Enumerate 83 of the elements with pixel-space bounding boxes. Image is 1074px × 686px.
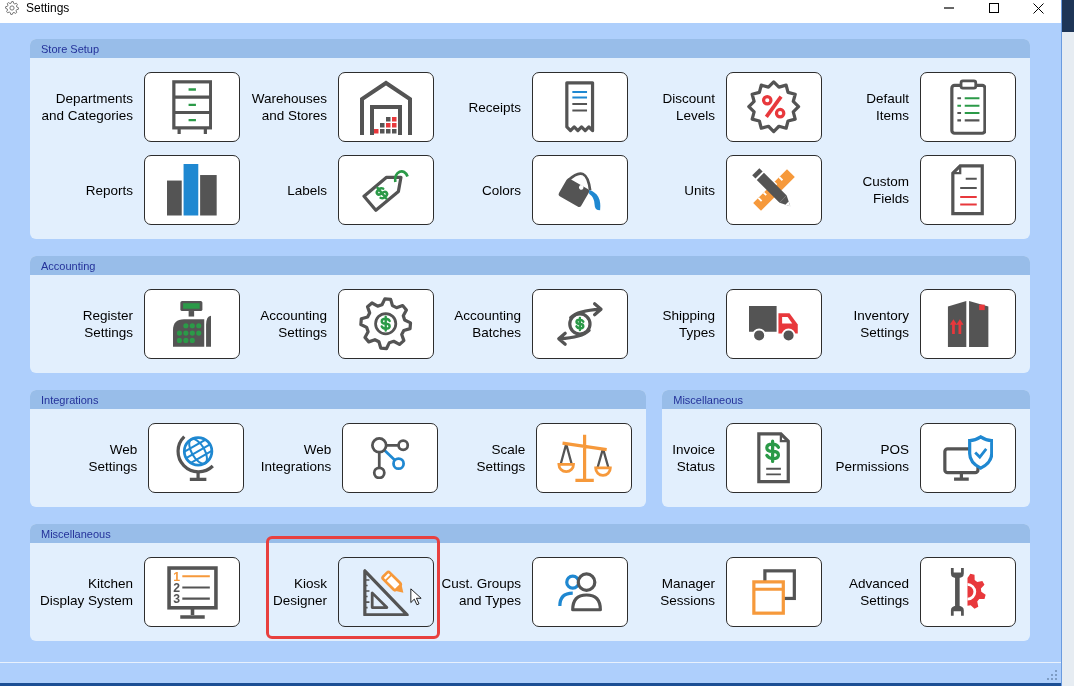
tile-label: Kiosk Designer bbox=[273, 575, 328, 609]
set-square-pencil-icon bbox=[362, 567, 410, 617]
tile-label: Shipping Types bbox=[662, 307, 715, 341]
tile-label: Units bbox=[684, 181, 715, 199]
tile-label: Accounting Batches bbox=[454, 307, 521, 341]
tile-label: Advanced Settings bbox=[849, 575, 910, 609]
tile-button[interactable] bbox=[342, 423, 439, 493]
tile-label: Default Items bbox=[866, 90, 909, 124]
tile-button[interactable] bbox=[338, 155, 434, 225]
cabinet-icon bbox=[171, 79, 213, 135]
tile-button[interactable] bbox=[338, 289, 434, 359]
tile-button[interactable] bbox=[726, 155, 822, 225]
panel-title: Miscellaneous bbox=[41, 526, 111, 541]
users-icon bbox=[557, 571, 603, 613]
tile-label: Discount Levels bbox=[662, 90, 715, 124]
truck-icon bbox=[749, 305, 799, 343]
tile-label: Reports bbox=[85, 181, 133, 199]
panel-title: Store Setup bbox=[41, 41, 100, 56]
tile-button[interactable] bbox=[144, 72, 240, 142]
tile-label: Manager Sessions bbox=[660, 575, 716, 609]
panel-title: Miscellaneous bbox=[673, 392, 743, 407]
resize-grip-icon[interactable] bbox=[1047, 670, 1057, 680]
window-title: Settings bbox=[26, 1, 70, 15]
tile-button[interactable] bbox=[144, 155, 240, 225]
dollar-exchange-icon bbox=[556, 301, 604, 347]
close-icon bbox=[1033, 2, 1044, 14]
receipt-icon bbox=[565, 81, 595, 133]
tile-label: Register Settings bbox=[82, 307, 133, 341]
tile-label: Web Integrations bbox=[260, 441, 332, 475]
tile-label: Departments and Categories bbox=[41, 90, 133, 124]
tile-button[interactable] bbox=[532, 289, 628, 359]
tile-label: Web Settings bbox=[88, 441, 138, 475]
invoice-icon bbox=[757, 432, 791, 484]
windows-icon bbox=[751, 569, 797, 615]
wrench-gear-icon bbox=[949, 567, 987, 617]
tile-button[interactable]: 1 2 3 bbox=[144, 557, 241, 627]
tile-button[interactable] bbox=[726, 72, 822, 142]
tile-label: Labels bbox=[287, 181, 327, 199]
tile-label: Accounting Settings bbox=[260, 307, 327, 341]
tile-label: Cust. Groups and Types bbox=[441, 575, 522, 609]
tile-button[interactable] bbox=[338, 72, 434, 142]
maximize-icon bbox=[988, 3, 999, 13]
panel-title: Accounting bbox=[41, 258, 96, 273]
tile-button[interactable] bbox=[726, 557, 823, 627]
tile-button[interactable] bbox=[532, 557, 629, 627]
tile-button[interactable] bbox=[532, 72, 628, 142]
tile-button[interactable] bbox=[532, 155, 628, 225]
document-icon bbox=[951, 164, 985, 216]
tile-label: POS Permissions bbox=[835, 441, 909, 475]
tile-button[interactable] bbox=[920, 423, 1016, 493]
tile-button[interactable] bbox=[726, 423, 822, 493]
price-tag-icon bbox=[361, 167, 411, 213]
percent-badge-icon bbox=[747, 80, 801, 134]
tile-button[interactable] bbox=[920, 289, 1016, 359]
gear-icon bbox=[5, 1, 19, 15]
box-icon bbox=[946, 300, 990, 348]
tile-button[interactable] bbox=[920, 155, 1016, 225]
network-nodes-icon bbox=[370, 436, 410, 480]
tile-button[interactable] bbox=[726, 289, 822, 359]
clipboard-icon bbox=[949, 78, 987, 136]
tile-button[interactable] bbox=[338, 557, 435, 627]
mouse-cursor-icon bbox=[410, 588, 423, 606]
cash-register-icon bbox=[172, 300, 212, 348]
tile-button[interactable] bbox=[920, 557, 1017, 627]
tile-button[interactable] bbox=[920, 72, 1016, 142]
warehouse-icon bbox=[359, 78, 413, 136]
tile-label: Kitchen Display System bbox=[40, 575, 134, 609]
minimize-icon bbox=[943, 7, 954, 9]
tile-label: Warehouses and Stores bbox=[251, 90, 327, 124]
bar-chart-icon bbox=[167, 164, 217, 216]
tile-label: Colors bbox=[482, 181, 521, 199]
tile-label: Scale Settings bbox=[476, 441, 526, 475]
tile-label: Inventory Settings bbox=[853, 307, 909, 341]
scales-icon bbox=[556, 433, 612, 483]
tile-label: Invoice Status bbox=[672, 441, 715, 475]
panel-title: Integrations bbox=[41, 392, 99, 407]
monitor-shield-icon bbox=[942, 434, 994, 482]
tile-label: Custom Fields bbox=[862, 173, 909, 207]
tile-button[interactable] bbox=[148, 423, 245, 493]
tile-button[interactable] bbox=[144, 289, 240, 359]
tile-label: Receipts bbox=[468, 98, 521, 116]
tile-button[interactable] bbox=[536, 423, 633, 493]
dollar-gear-icon bbox=[359, 297, 413, 351]
